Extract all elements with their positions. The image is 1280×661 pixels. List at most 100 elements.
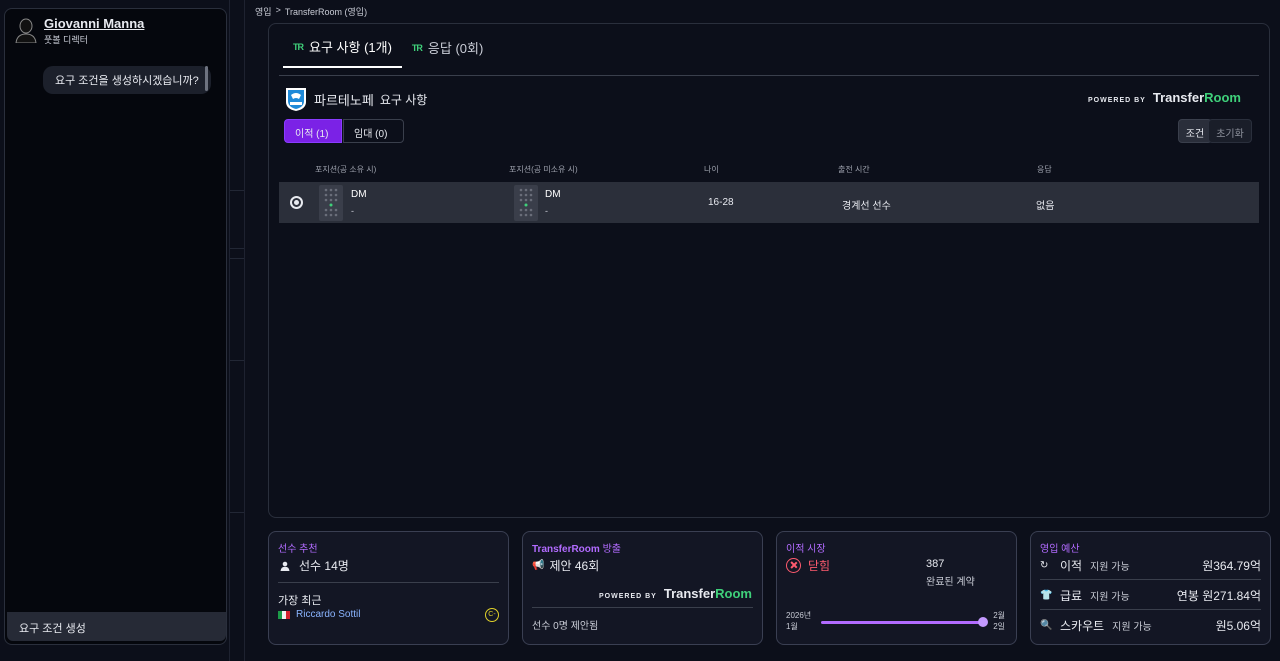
header-age[interactable]: 나이 <box>704 164 719 175</box>
card-title: TransferRoom 방출 <box>532 544 621 555</box>
rating-badge: C- <box>485 608 499 622</box>
closed-icon <box>786 558 801 573</box>
breadcrumb-root[interactable]: 영입 <box>255 5 272 18</box>
budget-row-transfer: ↻ 이적 지원 가능 원364.79억 <box>1040 554 1261 576</box>
background-strip <box>229 0 245 661</box>
club-subtitle: 요구 사항 <box>379 92 428 107</box>
megaphone-icon: 📢 <box>532 560 545 571</box>
tab-requirements-label: 요구 사항 (1개) <box>309 40 392 55</box>
director-name[interactable]: Giovanni Manna <box>44 17 144 31</box>
reset-button[interactable]: 초기화 <box>1208 119 1252 143</box>
pos-in-value: DM <box>351 189 367 200</box>
tab-responses[interactable]: TR 응답 (0회) <box>402 34 493 68</box>
card-divider <box>1040 609 1261 610</box>
player-count-text: 선수 14명 <box>299 559 349 573</box>
card-title: 선수 추천 <box>278 544 318 555</box>
transferroom-logo: TransferRoom <box>1152 90 1241 105</box>
pitch-position-icon <box>319 185 343 221</box>
market-status-text: 닫힘 <box>808 559 831 573</box>
conditions-button[interactable]: 조건 <box>1178 119 1212 143</box>
row-radio[interactable] <box>290 196 303 209</box>
breadcrumb-current: TransferRoom (영입) <box>284 7 368 17</box>
italy-flag-icon <box>278 610 290 619</box>
transfer-segment[interactable]: 이적 (1) <box>284 119 342 143</box>
table-row[interactable]: DM - DM - 16-28 경계선 선수 없음 <box>279 182 1259 223</box>
tabs: TR 요구 사항 (1개) TR 응답 (0회) <box>283 34 493 68</box>
club-name: 파르테노페 <box>314 92 374 108</box>
chat-message: 요구 조건을 생성하시겠습니까? <box>43 66 211 94</box>
magnifier-icon: 🔍 <box>1040 619 1053 631</box>
transferroom-exposure-card[interactable]: TransferRoom 방출 📢 제안 46회 POWERED BY Tran… <box>522 531 763 645</box>
budget-label: 급료 <box>1060 588 1083 603</box>
breadcrumb: 영입 > TransferRoom (영입) <box>255 5 367 18</box>
pos-out-value: DM <box>545 189 561 200</box>
recruitment-budget-card[interactable]: 영입 예산 ↻ 이적 지원 가능 원364.79억 👕 급료 지원 가능 연봉 … <box>1030 531 1271 645</box>
card-divider <box>532 607 753 608</box>
budget-availability: 지원 가능 <box>1090 591 1130 603</box>
response-value: 없음 <box>1036 201 1055 212</box>
director-header: Giovanni Manna 풋볼 디렉터 <box>15 17 144 46</box>
person-icon <box>280 561 290 571</box>
powered-by-label: POWERED BY <box>1088 97 1146 104</box>
powered-by-transferroom: POWERED BY TransferRoom <box>1088 90 1241 105</box>
director-role: 풋볼 디렉터 <box>44 35 88 45</box>
recent-label: 가장 최근 <box>278 595 322 607</box>
budget-value: 원364.79억 <box>1202 558 1261 573</box>
tab-responses-label: 응답 (0회) <box>427 41 484 56</box>
budget-row-wage: 👕 급료 지원 가능 연봉 원271.84억 <box>1040 584 1261 606</box>
age-value: 16-28 <box>708 197 734 208</box>
deals-count: 387 <box>926 558 945 570</box>
generate-requirements-button[interactable]: 요구 조건 생성 <box>7 612 226 641</box>
pos-in-sub: - <box>351 206 354 216</box>
club-crest-icon <box>286 88 306 111</box>
header-minutes[interactable]: 출전 시간 <box>838 164 870 175</box>
pos-out-sub: - <box>545 206 548 216</box>
transferroom-icon: TR <box>293 41 304 52</box>
budget-value: 연봉 원271.84억 <box>1176 588 1261 603</box>
powered-by-transferroom: POWERED BY TransferRoom <box>599 586 752 601</box>
market-status: 닫힘 <box>786 557 830 574</box>
tab-requirements[interactable]: TR 요구 사항 (1개) <box>283 34 402 68</box>
timeline-current-marker <box>978 617 988 627</box>
timeline-track <box>821 621 984 624</box>
breadcrumb-separator: > <box>275 5 281 15</box>
chat-panel: Giovanni Manna 풋볼 디렉터 요구 조건을 생성하시겠습니까? 요… <box>4 8 227 645</box>
pitch-position-icon <box>514 185 538 221</box>
shirt-icon: 👕 <box>1040 589 1053 601</box>
header-response[interactable]: 응답 <box>1037 164 1052 175</box>
timeline-start: 2026년 1월 <box>786 611 812 631</box>
budget-label: 스카우트 <box>1060 618 1105 633</box>
budget-label: 이적 <box>1060 558 1083 573</box>
card-title: 영입 예산 <box>1040 544 1080 555</box>
budget-availability: 지원 가능 <box>1090 561 1130 573</box>
players-offered-text: 선수 0명 제안됨 <box>532 621 599 632</box>
transfer-icon: ↻ <box>1040 559 1049 571</box>
transfer-type-toggle: 이적 (1) 임대 (0) <box>284 119 404 143</box>
deals-label: 완료된 계약 <box>926 577 975 588</box>
header-pos-in[interactable]: 포지션(공 소유 시) <box>315 164 376 175</box>
player-count: 선수 14명 <box>280 557 349 574</box>
offers-count: 📢 제안 46회 <box>532 557 599 574</box>
table-header: 포지션(공 소유 시) 포지션(공 미소유 시) 나이 출전 시간 응답 <box>279 164 1259 178</box>
director-avatar <box>15 17 37 44</box>
transferroom-logo: TransferRoom <box>663 586 752 601</box>
header-pos-out[interactable]: 포지션(공 미소유 시) <box>509 164 578 175</box>
budget-value: 원5.06억 <box>1215 618 1261 633</box>
chat-scrollbar[interactable] <box>205 66 208 91</box>
recent-player-name: Riccardo Sottil <box>296 609 361 620</box>
budget-availability: 지원 가능 <box>1112 621 1152 633</box>
requirements-card: TR 요구 사항 (1개) TR 응답 (0회) 파르테노페 요구 사항 POW… <box>268 23 1270 518</box>
recent-player[interactable]: Riccardo Sottil <box>278 609 360 620</box>
player-recommendations-card[interactable]: 선수 추천 선수 14명 가장 최근 Riccardo Sottil C- <box>268 531 509 645</box>
transfer-market-card[interactable]: 이적 시장 닫힘 387 완료된 계약 2026년 1월 2월 2일 <box>776 531 1017 645</box>
budget-row-scouting: 🔍 스카우트 지원 가능 원5.06억 <box>1040 614 1261 636</box>
timeline-end: 2월 2일 <box>993 611 1005 631</box>
card-divider <box>1040 579 1261 580</box>
powered-by-label: POWERED BY <box>599 593 657 600</box>
tabs-divider <box>279 75 1259 76</box>
card-title: 이적 시장 <box>786 544 826 555</box>
offers-text: 제안 46회 <box>549 559 600 573</box>
club-header: 파르테노페 요구 사항 <box>284 86 427 112</box>
minutes-value: 경계선 선수 <box>842 201 891 212</box>
loan-segment[interactable]: 임대 (0) <box>343 119 404 143</box>
